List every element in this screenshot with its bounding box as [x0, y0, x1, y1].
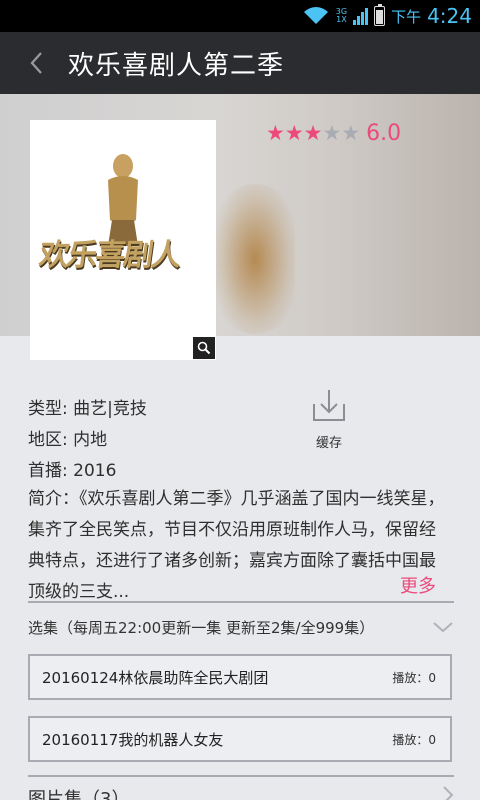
info-premiere-label: 首播: — [28, 461, 68, 481]
chevron-left-icon — [30, 52, 42, 74]
info-type: 类型: 曲艺|竞技 — [28, 394, 147, 419]
episode-item[interactable]: 20160117我的机器人女友 播放：0 — [28, 716, 452, 762]
page-title: 欢乐喜剧人第二季 — [68, 50, 285, 81]
episode-plays: 播放：0 — [392, 732, 436, 747]
info-premiere: 首播: 2016 — [28, 456, 116, 481]
poster-image[interactable]: 欢乐喜剧人 — [30, 120, 216, 360]
more-link[interactable]: 更多 — [400, 572, 436, 598]
star-icon: ★ — [266, 121, 285, 145]
magnifier-icon — [197, 341, 211, 355]
gallery-label: 图片集（3） — [28, 789, 130, 800]
star-icon: ★ — [303, 121, 323, 145]
info-type-value: 曲艺|竞技 — [73, 399, 147, 419]
status-ampm: 下午 — [391, 7, 422, 26]
status-icons: 3G 1X 下午 4:24 — [302, 0, 472, 32]
divider — [28, 601, 454, 603]
synopsis: 简介：《欢乐喜剧人第二季》几乎涵盖了国内一线笑星，集齐了全民笑点，节目不仅沿用原… — [28, 489, 445, 602]
chevron-right-icon — [443, 786, 454, 800]
download-label: 缓存 — [315, 436, 342, 451]
rating-score: 6.0 — [366, 120, 402, 146]
battery-icon — [374, 4, 386, 26]
episodes-header-text: 选集（每周五22:00更新一集 更新至2集/全999集） — [28, 618, 375, 637]
episode-title: 20160117我的机器人女友 — [42, 730, 224, 749]
poster-logo: 欢乐喜剧人 — [37, 238, 182, 273]
star-icon: ★ — [341, 121, 361, 145]
episode-title: 20160124林依晨助阵全民大剧团 — [42, 668, 269, 687]
gallery-row[interactable]: 图片集（3） — [28, 785, 454, 800]
signal-icon — [353, 7, 369, 25]
episode-plays: 播放：0 — [392, 670, 436, 685]
download-button[interactable]: 缓存 — [306, 386, 352, 451]
episode-item[interactable]: 20160124林依晨助阵全民大剧团 播放：0 — [28, 654, 452, 700]
title-bar: 欢乐喜剧人第二季 — [0, 32, 480, 94]
rating: ★ ★ ★ ★ ★ 6.0 — [266, 120, 401, 146]
status-time: 4:24 — [427, 4, 472, 28]
status-bar: 3G 1X 下午 4:24 — [0, 0, 480, 32]
info-region-label: 地区: — [28, 430, 68, 450]
network-type-icon: 3G 1X — [336, 8, 347, 24]
star-icon: ★ — [284, 121, 304, 145]
network-subtype: 1X — [336, 15, 347, 24]
info-region-value: 内地 — [73, 430, 108, 450]
info-premiere-value: 2016 — [73, 461, 117, 481]
zoom-button[interactable] — [193, 337, 215, 359]
back-button[interactable] — [14, 32, 58, 94]
star-icon: ★ — [322, 121, 342, 145]
episodes-header[interactable]: 选集（每周五22:00更新一集 更新至2集/全999集） — [28, 612, 454, 642]
wifi-icon — [303, 7, 328, 24]
chevron-down-icon — [433, 622, 453, 633]
hero-blur-figure — [215, 184, 295, 334]
info-region: 地区: 内地 — [28, 425, 107, 450]
divider — [28, 775, 454, 777]
info-type-label: 类型: — [28, 399, 68, 419]
download-icon — [313, 390, 345, 421]
